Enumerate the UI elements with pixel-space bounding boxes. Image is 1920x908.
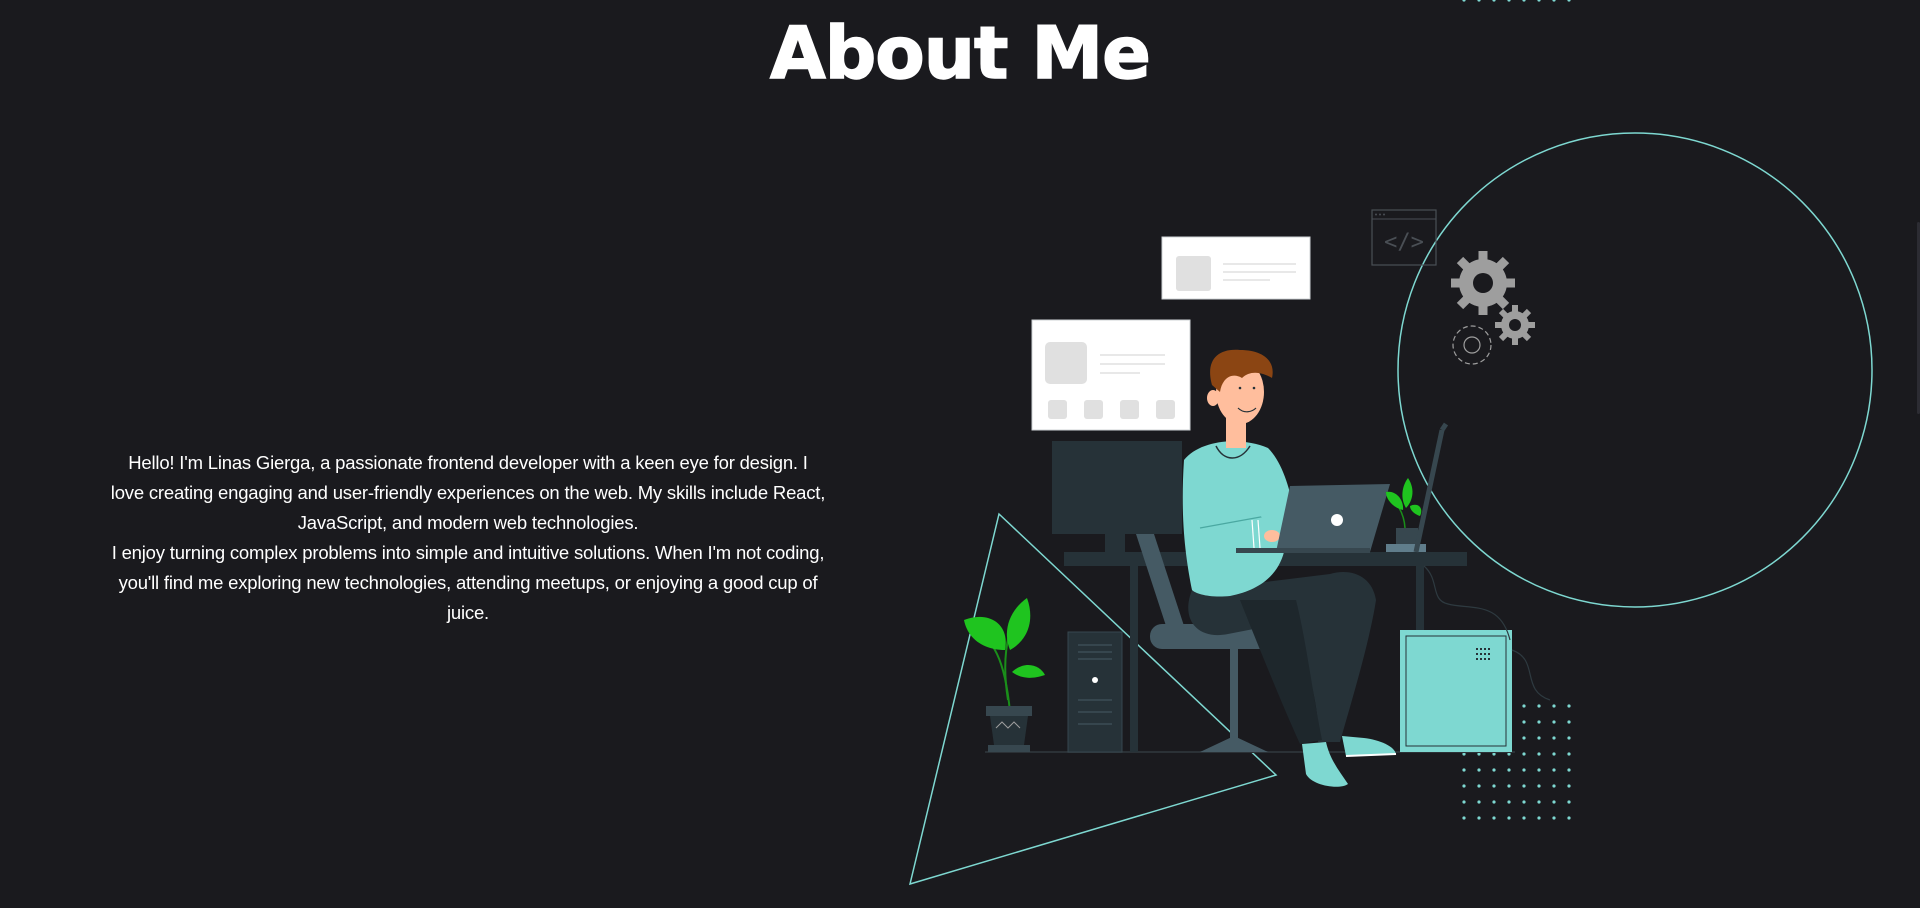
ui-card-top <box>1161 236 1311 300</box>
svg-text:</>: </> <box>1384 230 1424 255</box>
about-section: About Me Hello! I'm Linas Gierga, a pass… <box>0 0 1920 908</box>
plant-icon <box>964 598 1045 752</box>
gear-icon <box>1451 251 1535 365</box>
decorative-circle <box>1397 132 1873 608</box>
ui-card-left <box>1031 319 1191 431</box>
pc-tower-icon <box>1067 631 1123 753</box>
shoe-icon <box>1302 736 1397 787</box>
lamp-icon <box>1413 422 1449 553</box>
monitor-icon <box>1052 441 1182 552</box>
developer-illustration: </> <box>908 0 1873 886</box>
person-head <box>1207 349 1273 448</box>
cabinet-icon <box>1400 630 1512 752</box>
